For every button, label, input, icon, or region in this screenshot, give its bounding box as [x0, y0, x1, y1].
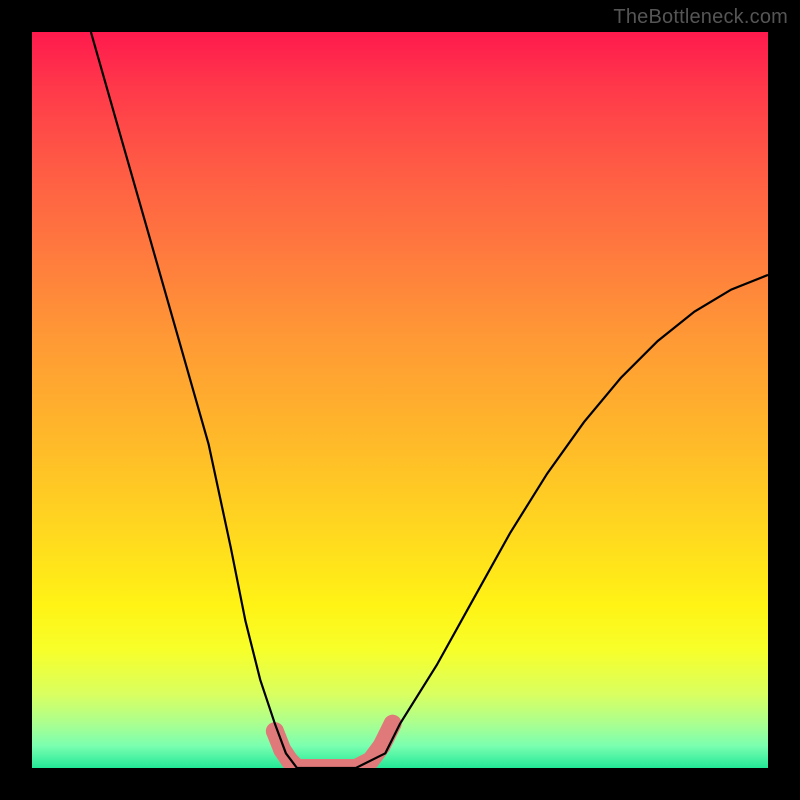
bottleneck-curve	[91, 32, 768, 768]
optimal-range-markers	[266, 715, 402, 768]
chart-frame: TheBottleneck.com	[0, 0, 800, 800]
curve-layer	[32, 32, 768, 768]
plot-area	[32, 32, 768, 768]
watermark-text: TheBottleneck.com	[613, 6, 788, 29]
